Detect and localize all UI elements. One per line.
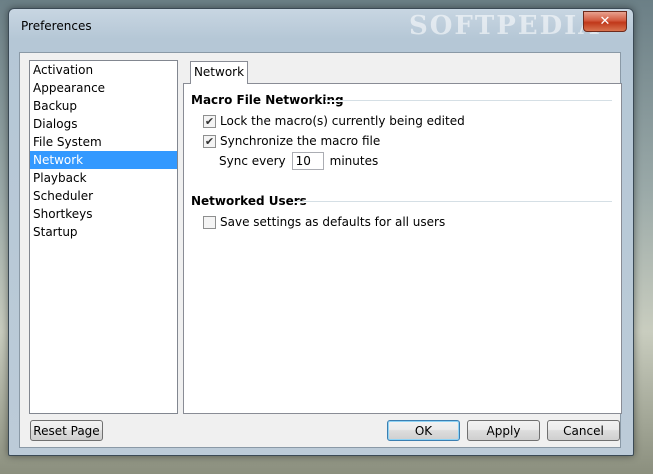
ok-button[interactable]: OK xyxy=(387,420,460,441)
sync-every-label: Sync every xyxy=(219,154,286,168)
tab-network[interactable]: Network xyxy=(190,61,248,84)
lock-macro-checkbox[interactable]: ✔ xyxy=(203,114,216,128)
sync-macro-checkbox[interactable]: ✔ xyxy=(203,134,216,148)
macro-group-divider xyxy=(325,100,612,102)
checkmark-icon: ✔ xyxy=(204,134,215,148)
category-item-scheduler[interactable]: Scheduler xyxy=(30,187,177,205)
close-button[interactable]: ✕ xyxy=(583,11,627,32)
close-icon: ✕ xyxy=(599,13,611,28)
network-panel: Macro File Networking ✔ Lock the macro(s… xyxy=(183,83,622,414)
category-item-playback[interactable]: Playback xyxy=(30,169,177,187)
category-item-shortkeys[interactable]: Shortkeys xyxy=(30,205,177,223)
title-bar[interactable]: Preferences SOFTPEDIA ✕ xyxy=(9,9,633,43)
sync-interval-row: Sync every minutes xyxy=(219,152,378,170)
reset-page-button[interactable]: Reset Page xyxy=(30,420,103,441)
category-item-dialogs[interactable]: Dialogs xyxy=(30,115,177,133)
dialog-body: Activation Appearance Backup Dialogs Fil… xyxy=(19,52,622,448)
save-defaults-option[interactable]: Save settings as defaults for all users xyxy=(203,215,445,229)
watermark: SOFTPEDIA xyxy=(409,11,601,41)
category-item-startup[interactable]: Startup xyxy=(30,223,177,241)
sync-interval-input[interactable] xyxy=(291,152,324,170)
category-item-appearance[interactable]: Appearance xyxy=(30,79,177,97)
window-title: Preferences xyxy=(21,19,92,33)
lock-macro-label: Lock the macro(s) currently being edited xyxy=(220,114,465,128)
preferences-window: Preferences SOFTPEDIA ✕ Activation Appea… xyxy=(8,8,634,456)
sync-macro-label: Synchronize the macro file xyxy=(220,134,381,148)
lock-macro-option[interactable]: ✔ Lock the macro(s) currently being edit… xyxy=(203,114,465,128)
save-defaults-label: Save settings as defaults for all users xyxy=(220,215,446,229)
macro-group-title: Macro File Networking xyxy=(191,93,344,107)
cancel-button[interactable]: Cancel xyxy=(547,420,620,441)
checkmark-icon: ✔ xyxy=(204,114,215,128)
category-item-backup[interactable]: Backup xyxy=(30,97,177,115)
save-defaults-checkbox[interactable] xyxy=(203,215,216,229)
category-item-activation[interactable]: Activation xyxy=(30,61,177,79)
apply-button[interactable]: Apply xyxy=(467,420,540,441)
users-group-divider xyxy=(293,201,612,203)
category-item-network[interactable]: Network xyxy=(30,151,177,169)
users-group-title: Networked Users xyxy=(191,194,307,208)
minutes-label: minutes xyxy=(329,154,379,168)
category-item-file-system[interactable]: File System xyxy=(30,133,177,151)
category-list[interactable]: Activation Appearance Backup Dialogs Fil… xyxy=(29,60,178,414)
sync-macro-option[interactable]: ✔ Synchronize the macro file xyxy=(203,134,380,148)
